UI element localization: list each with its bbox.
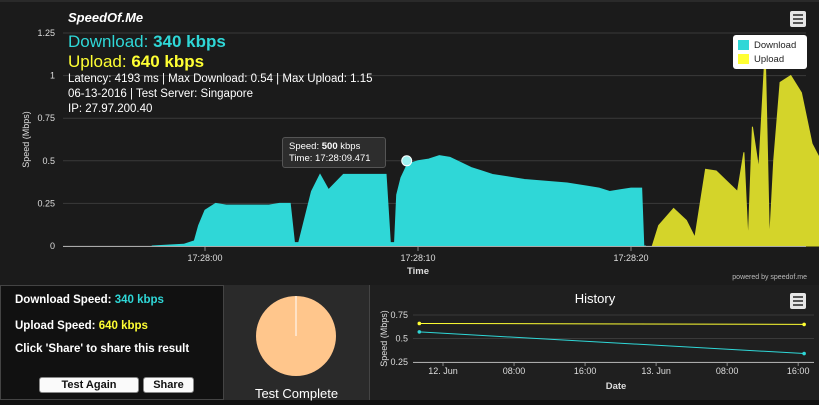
legend-item-download[interactable]: Download [738, 38, 807, 52]
history-menu-icon[interactable] [790, 293, 806, 309]
y-tick-label: 1.25 [37, 28, 55, 38]
legend-label-upload: Upload [754, 53, 785, 65]
tooltip-speed-label: Speed: [289, 141, 320, 152]
history-x-tick-label: 08:00 [503, 366, 526, 376]
history-y-tick-label: 0.75 [390, 310, 408, 320]
upload-speed-label: Upload Speed: [15, 320, 96, 332]
legend-swatch-upload [738, 54, 749, 64]
highlight-point [401, 155, 413, 167]
history-point-download [802, 351, 806, 356]
history-y-tick-label: 0.5 [395, 334, 408, 344]
progress-pie [256, 296, 336, 376]
y-tick-label: 0 [50, 241, 55, 251]
history-x-tick-label: 08:00 [716, 366, 739, 376]
chart-menu-icon[interactable] [790, 11, 806, 27]
area-series-upload [651, 50, 819, 247]
history-panel: 0.25 0.5 0.75 12. Jun 08:00 16:00 13. Jun 08:00… [369, 285, 819, 400]
share-button[interactable]: Share [143, 377, 194, 393]
legend-swatch-download [738, 40, 749, 50]
history-title: History [574, 291, 616, 306]
area-series-download [151, 155, 646, 247]
download-speed-label: Download Speed: [15, 294, 112, 306]
upload-speed-value: 640 kbps [98, 320, 148, 332]
history-x-tick-label: 16:00 [574, 366, 597, 376]
history-x-tick-label: 12. Jun [428, 366, 458, 376]
chart-tooltip: Speed: 500 kbps Time: 17:28:09.471 [282, 137, 386, 168]
y-tick-label: 0.75 [37, 113, 55, 123]
x-tick-label: 17:28:20 [613, 253, 648, 263]
history-y-axis-title: Speed (Mbps) [379, 310, 389, 367]
history-point-upload [417, 321, 422, 326]
history-point-upload [802, 322, 806, 327]
download-speed-value: 340 kbps [114, 294, 164, 306]
tooltip-speed-value: 500 [321, 141, 338, 152]
y-axis-title: Speed (Mbps) [21, 111, 31, 168]
x-tick-label: 17:28:10 [400, 253, 435, 263]
history-line-upload [419, 322, 805, 325]
test-again-button[interactable]: Test Again [39, 377, 139, 393]
chart-legend: Download Upload [733, 35, 807, 69]
history-x-tick-label: 16:00 [787, 366, 810, 376]
legend-label-download: Download [754, 39, 797, 51]
x-tick-label: 17:28:00 [187, 253, 222, 263]
tooltip-time-value: 17:28:09.471 [315, 153, 371, 164]
progress-panel: Test Complete [224, 285, 369, 401]
history-y-tick-label: 0.25 [390, 357, 408, 367]
speed-chart-panel: 0 0.25 0.5 0.75 1 1.25 17:28:00 17:28:10 17:28:2… [0, 2, 819, 285]
results-panel: Download Speed: 340 kbps Upload Speed: 6… [0, 285, 224, 400]
tooltip-speed-unit: kbps [340, 141, 361, 152]
x-axis-title: Time [407, 266, 429, 277]
upload-speed-row: Upload Speed: 640 kbps [15, 320, 148, 332]
y-tick-label: 1 [50, 71, 55, 81]
app-title: SpeedOf.Me [68, 10, 144, 25]
share-hint: Click 'Share' to share this result [15, 343, 190, 355]
history-x-tick-label: 13. Jun [641, 366, 671, 376]
history-point-download [417, 330, 422, 334]
y-tick-label: 0.5 [42, 156, 55, 166]
download-speed-row: Download Speed: 340 kbps [15, 294, 164, 306]
tooltip-time-label: Time: [289, 153, 313, 164]
y-tick-label: 0.25 [37, 198, 55, 208]
history-x-axis-title: Date [606, 381, 627, 392]
history-line-download [419, 331, 805, 355]
legend-item-upload[interactable]: Upload [738, 52, 807, 66]
credits-link[interactable]: powered by speedof.me [732, 274, 807, 281]
speed-chart: 0 0.25 0.5 0.75 1 1.25 17:28:00 17:28:10 17:28:2… [21, 28, 819, 277]
test-complete-label: Test Complete [254, 386, 339, 401]
